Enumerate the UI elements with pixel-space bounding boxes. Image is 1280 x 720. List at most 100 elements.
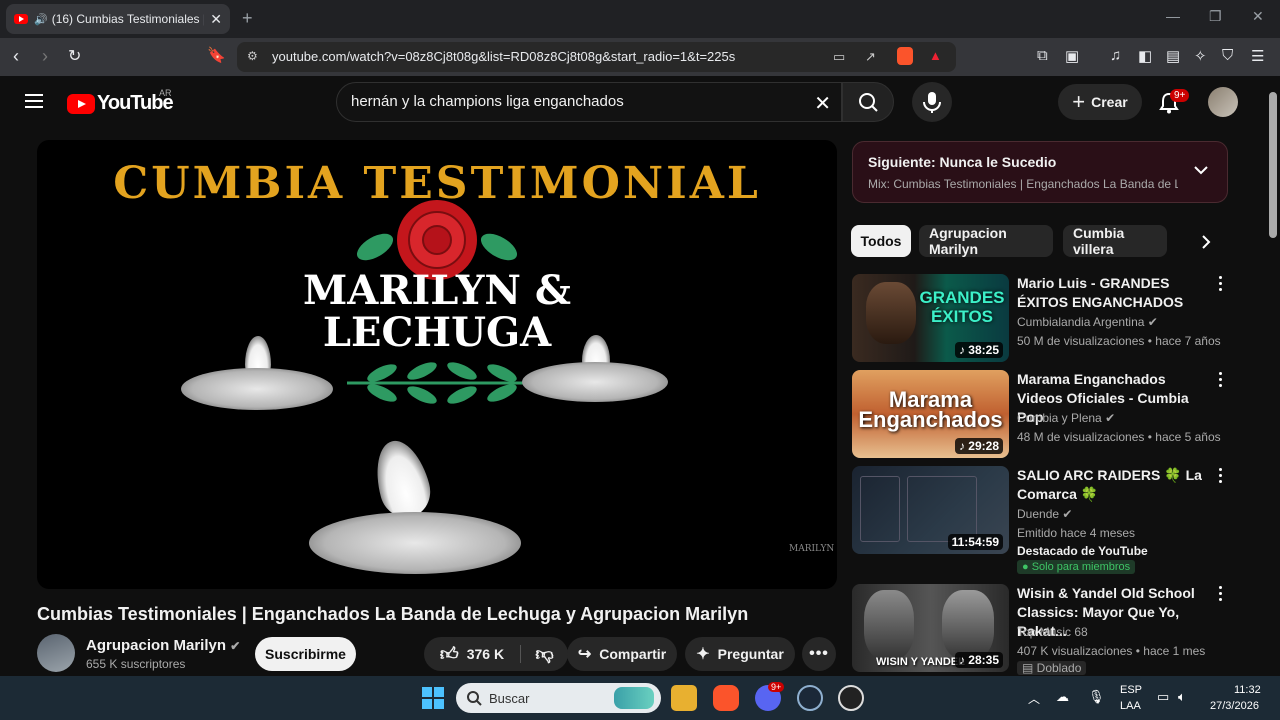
volume-icon[interactable]: 🔈︎ [1178,689,1186,705]
site-info-icon[interactable]: ⚙ [247,49,258,63]
rec-channel[interactable]: Cumbialandia Argentina ✔ [1017,315,1158,329]
hamburger-menu-icon[interactable] [25,94,43,108]
new-tab-icon[interactable]: + [242,8,253,29]
close-tab-icon[interactable]: ✕ [210,11,222,28]
vpn-shield-icon[interactable]: ⛉ [1222,47,1233,64]
share-button[interactable]: ↪ Compartir [567,637,677,671]
screenshot-icon[interactable]: ▣ [1065,47,1079,65]
like-button[interactable]: 👍︎ 376 K [424,637,520,671]
clock-date[interactable]: 27/3/2026 [1210,700,1259,712]
leo-ai-icon[interactable]: ✧ [1194,47,1207,65]
more-vertical-icon[interactable] [1212,276,1228,294]
wallet-icon[interactable]: ▤ [1166,47,1180,65]
steam-icon[interactable] [797,685,823,711]
app-icon[interactable] [838,685,864,711]
browser-menu-icon[interactable]: ☰ [1251,47,1264,65]
chip-todos[interactable]: Todos [851,225,911,257]
dislike-button[interactable]: 👎︎ [521,637,568,671]
rec-channel-text[interactable]: Cumbia y Plena [1017,411,1102,425]
rec-title[interactable]: SALIO ARC RAIDERS 🍀 La Comarca 🍀 [1017,466,1207,504]
rec-channel[interactable]: Cumbia y Plena ✔ [1017,411,1115,425]
file-explorer-icon[interactable] [671,685,697,711]
window-close-icon[interactable]: ✕ [1252,8,1264,25]
list-item[interactable]: GRANDES ÉXITOS ♪ 38:25 Mario Luis - GRAN… [852,274,1228,364]
address-bar[interactable]: ⚙ youtube.com/watch?v=08z8Cj8t08g&list=R… [237,42,956,72]
video-player[interactable]: CUMBIA TESTIMONIAL MARILYN & LECHUGA MAR… [37,140,837,589]
brave-browser-icon[interactable] [713,685,739,711]
clock-time[interactable]: 11:32 [1234,684,1261,696]
plus-icon: + [1072,89,1086,114]
list-item[interactable]: WISIN Y YANDEL ♪ 28:35 Wisin & Yandel Ol… [852,584,1228,675]
bookmark-icon[interactable]: 🔖 [207,46,226,64]
tray-chevron-up-icon[interactable]: ︿ [1028,690,1040,707]
members-icon: ● [1022,561,1032,573]
chip-cumbia-villera[interactable]: Cumbia villera [1063,225,1167,257]
cast-icon[interactable]: ▭ [833,49,845,65]
country-code: AR [159,88,172,98]
candle-center [309,512,521,574]
rec-title[interactable]: Mario Luis - GRANDES ÉXITOS ENGANCHADOS [1017,274,1207,312]
candle-flame-center [367,434,437,524]
rec-channel-text[interactable]: Cumbialandia Argentina [1017,315,1144,329]
forward-icon[interactable]: › [42,46,48,67]
back-icon[interactable]: ‹ [13,46,19,67]
video-thumbnail[interactable]: GRANDES ÉXITOS ♪ 38:25 [852,274,1009,362]
rec-channel[interactable]: Top Music 68 [1017,625,1088,639]
featured-label: Destacado de YouTube [1017,544,1148,558]
list-item[interactable]: 11:54:59 SALIO ARC RAIDERS 🍀 La Comarca … [852,466,1228,578]
clear-search-icon[interactable]: ✕ [814,91,831,116]
cloud-icon[interactable]: ☁ [1056,689,1069,705]
channel-name-text[interactable]: Agrupacion Marilyn [86,637,226,654]
ask-button[interactable]: ✦ Preguntar [685,637,795,671]
brave-shield-icon[interactable] [897,47,913,65]
keyboard-layout[interactable]: LAA [1120,700,1141,712]
video-thumbnail[interactable]: WISIN Y YANDEL ♪ 28:35 [852,584,1009,672]
extensions-icon[interactable]: ⧉ [1037,47,1048,64]
youtube-logo[interactable]: YouTube AR [67,88,174,115]
rec-channel[interactable]: Duende ✔ [1017,507,1072,521]
playlist-next-panel[interactable]: Siguiente: Nunca le Sucedio Mix: Cumbias… [852,141,1228,203]
thumbs-up-icon: 👍︎ [439,644,459,664]
channel-name[interactable]: Agrupacion Marilyn ✔ [86,637,240,654]
rec-channel-text[interactable]: Duende [1017,507,1059,521]
list-item[interactable]: Marama Enganchados ♪ 29:28 Marama Enganc… [852,370,1228,460]
create-button[interactable]: + Crear [1058,84,1142,120]
maximize-icon[interactable]: ❐ [1209,8,1222,25]
members-only-text: Solo para miembros [1031,561,1131,573]
browser-tab[interactable]: 🔊 (16) Cumbias Testimoniales | E ✕ [6,4,230,34]
search-button[interactable] [842,82,894,122]
url-text[interactable]: youtube.com/watch?v=08z8Cj8t08g&list=RD0… [272,49,735,64]
windows-taskbar: Buscar 9+ ︿ ☁ 🎙︎ ESP LAA ▭ 🔈︎ 11:32 27/3… [0,676,1280,720]
brave-rewards-icon[interactable]: ▲ [929,48,942,63]
microphone-tray-icon[interactable]: 🎙︎ [1088,689,1105,705]
account-avatar[interactable] [1208,87,1238,117]
scrollbar-thumb[interactable] [1269,92,1277,238]
taskbar-search-box[interactable]: Buscar [456,683,661,713]
reload-icon[interactable]: ↻ [68,46,81,66]
video-thumbnail[interactable]: 11:54:59 [852,466,1009,554]
chevron-down-icon[interactable] [1193,162,1209,178]
voice-search-button[interactable] [912,82,952,122]
rec-meta: 48 M de visualizaciones • hace 5 años [1017,430,1221,444]
minimize-icon[interactable]: — [1166,8,1180,24]
speaker-icon[interactable]: 🔊 [34,13,48,26]
rec-meta: 407 K visualizaciones • hace 1 mes [1017,644,1206,658]
subscribe-button[interactable]: Suscribirme [255,637,356,671]
music-icon[interactable]: ♫ [1110,47,1121,64]
chevron-right-icon[interactable] [1198,234,1214,250]
more-vertical-icon[interactable] [1212,372,1228,390]
more-vertical-icon[interactable] [1212,586,1228,604]
video-thumbnail[interactable]: Marama Enganchados ♪ 29:28 [852,370,1009,458]
network-icon[interactable]: ▭ [1157,689,1169,705]
search-input[interactable] [351,93,791,110]
chip-agrupacion-marilyn[interactable]: Agrupacion Marilyn [919,225,1053,257]
search-highlight-image [614,687,654,709]
windows-start-icon[interactable] [421,686,445,710]
share-icon[interactable]: ↗ [865,49,876,65]
search-box[interactable]: ✕ [336,82,842,122]
channel-avatar[interactable] [37,634,75,672]
more-vertical-icon[interactable] [1212,468,1228,486]
language-code[interactable]: ESP [1120,684,1142,696]
more-actions-button[interactable]: ••• [802,637,836,671]
sidebar-toggle-icon[interactable]: ◧ [1138,47,1152,65]
